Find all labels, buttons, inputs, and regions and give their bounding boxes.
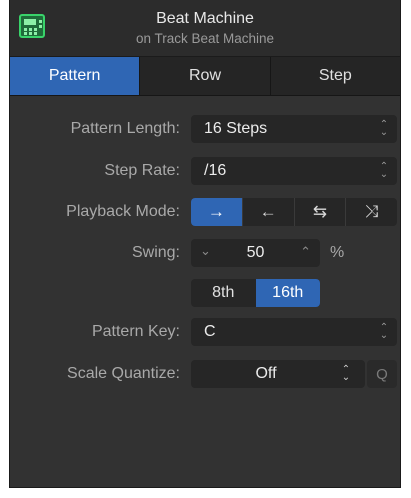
- scale-quantize-select[interactable]: Off ⌃ ⌄: [191, 360, 365, 388]
- playback-mode-label: Playback Mode:: [66, 203, 180, 220]
- scale-quantize-value: Off: [255, 365, 277, 382]
- pattern-key-select[interactable]: C ⌃ ⌄: [191, 318, 397, 346]
- swing-16th-button[interactable]: 16th: [255, 279, 320, 307]
- pattern-length-select[interactable]: 16 Steps ⌃ ⌄: [191, 115, 397, 143]
- swing-stepper[interactable]: ⌄ 50 ⌃: [191, 239, 320, 267]
- shuffle-icon[interactable]: ⤨: [346, 198, 397, 226]
- pattern-key-row: Pattern Key: C ⌃ ⌄: [10, 318, 400, 346]
- panel-header: Beat Machine on Track Beat Machine: [10, 0, 400, 57]
- ping-pong-arrows-icon[interactable]: ⇆: [295, 198, 347, 226]
- swing-label: Swing:: [131, 244, 180, 261]
- step-rate-row: Step Rate: /16 ⌃ ⌄: [10, 157, 400, 185]
- pattern-key-label: Pattern Key:: [91, 323, 180, 340]
- panel-subtitle: on Track Beat Machine: [135, 31, 275, 46]
- scale-quantize-row: Scale Quantize: Off ⌃ ⌄ Q: [10, 360, 400, 388]
- tab-bar: Pattern Row Step: [10, 57, 400, 96]
- quantize-q-button[interactable]: Q: [367, 360, 397, 388]
- pattern-length-label: Pattern Length:: [70, 120, 180, 137]
- step-rate-value: /16: [204, 162, 227, 179]
- tab-step[interactable]: Step: [271, 57, 400, 95]
- beat-machine-inspector-panel: Beat Machine on Track Beat Machine Patte…: [9, 0, 401, 488]
- tab-row[interactable]: Row: [140, 57, 271, 95]
- tab-pattern[interactable]: Pattern: [10, 57, 141, 95]
- pattern-length-row: Pattern Length: 16 Steps ⌃ ⌄: [10, 115, 400, 143]
- reverse-arrow-icon[interactable]: ←: [243, 198, 295, 226]
- updown-chevrons-icon: ⌃ ⌄: [379, 161, 389, 180]
- playback-mode-segmented-control: → ← ⇆ ⤨: [191, 198, 397, 226]
- updown-chevrons-icon: ⌃ ⌄: [379, 322, 389, 341]
- swing-note-segmented-control: 8th 16th: [191, 279, 320, 307]
- scale-quantize-label: Scale Quantize:: [67, 365, 180, 382]
- pattern-key-value: C: [204, 323, 216, 340]
- forward-arrow-icon[interactable]: →: [191, 198, 243, 226]
- step-rate-select[interactable]: /16 ⌃ ⌄: [191, 157, 397, 185]
- increment-chevron-icon[interactable]: ⌃: [300, 244, 311, 260]
- swing-row: Swing: ⌄ 50 ⌃ %: [10, 239, 400, 267]
- updown-chevrons-icon: ⌃ ⌄: [341, 364, 351, 383]
- swing-8th-button[interactable]: 8th: [191, 279, 256, 307]
- step-rate-label: Step Rate:: [104, 162, 180, 179]
- playback-mode-row: Playback Mode: → ← ⇆ ⤨: [10, 198, 400, 226]
- panel-title: Beat Machine: [156, 10, 254, 27]
- pattern-length-value: 16 Steps: [204, 120, 268, 137]
- swing-note-row: 8th 16th: [10, 279, 400, 307]
- swing-unit: %: [330, 244, 345, 261]
- updown-chevrons-icon: ⌃ ⌄: [379, 119, 389, 138]
